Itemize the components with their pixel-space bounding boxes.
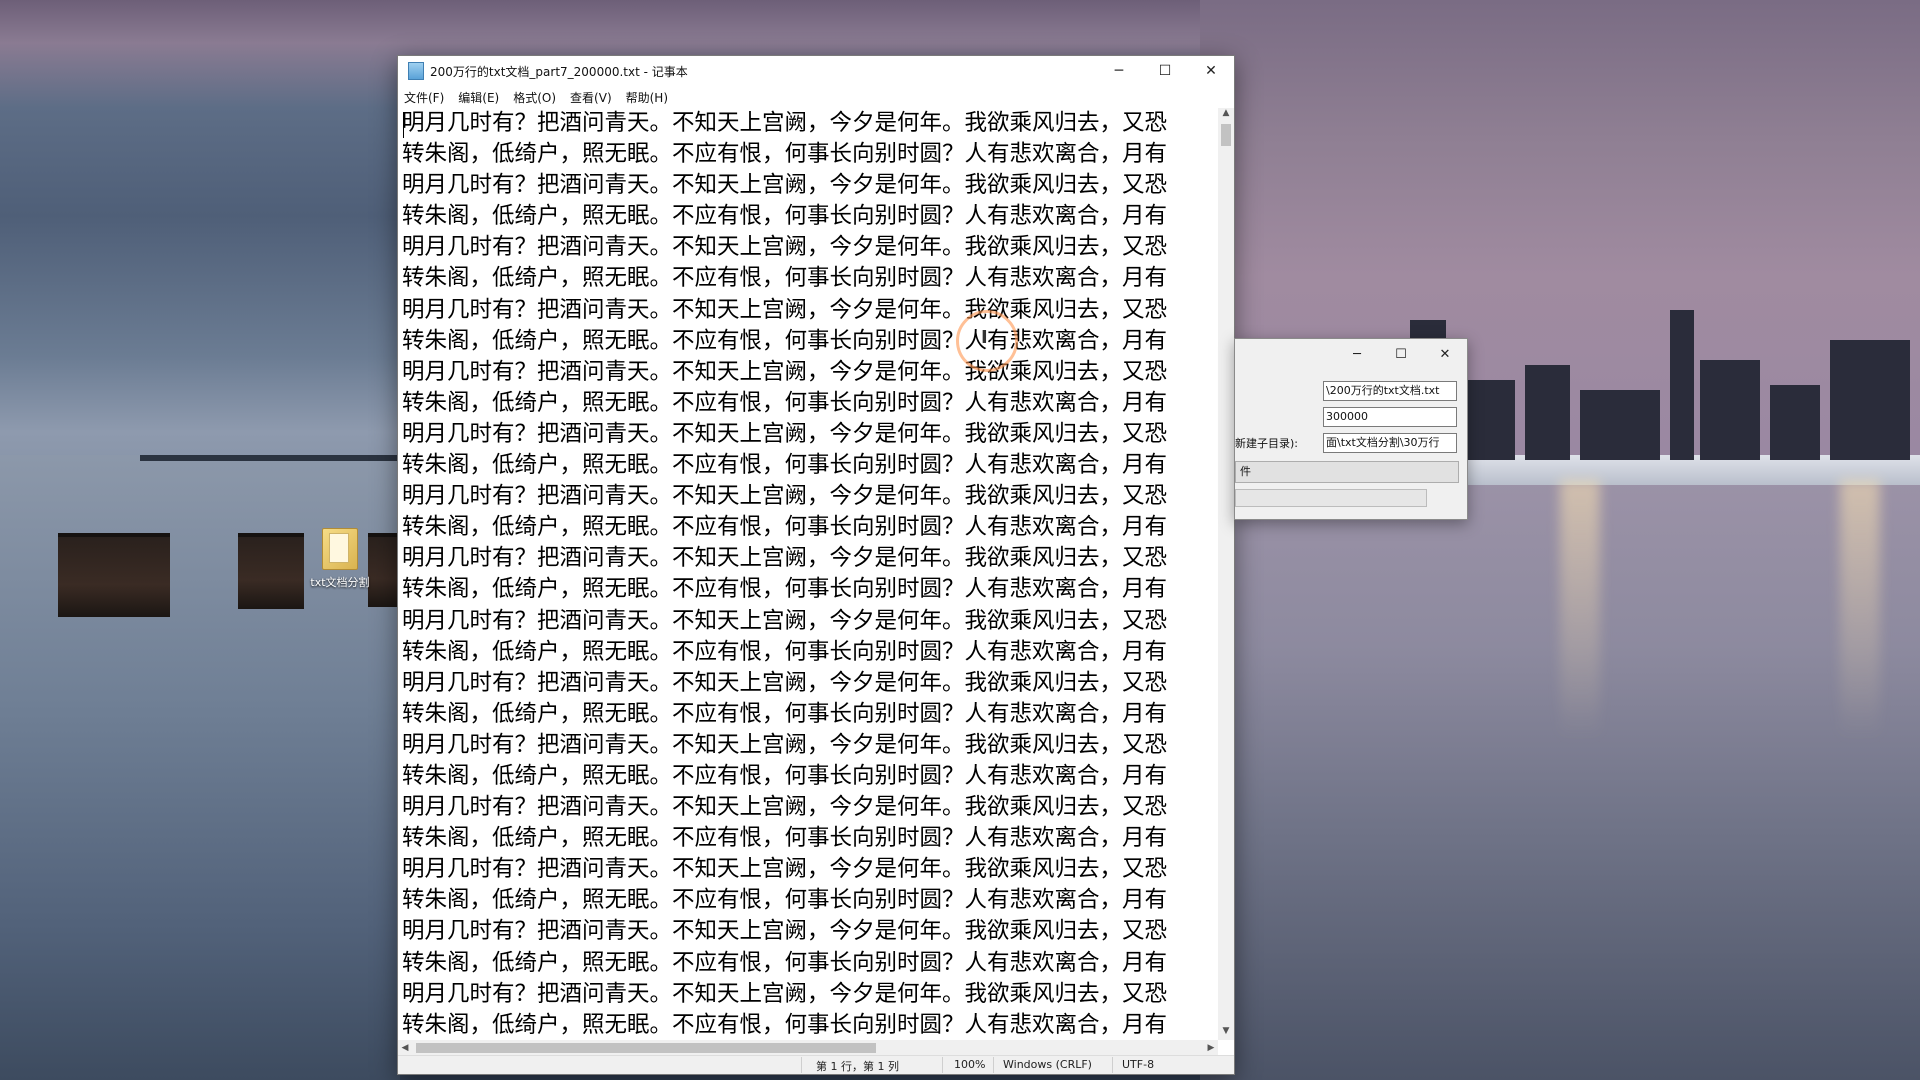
text-cursor-icon: I [981,327,988,348]
text-line: 转朱阁，低绮户，照无眠。不应有恨，何事长向别时圆？人有悲欢离合，月有 [402,762,1168,789]
horizontal-scroll-thumb[interactable] [416,1043,876,1053]
text-line: 转朱阁，低绮户，照无眠。不应有恨，何事长向别时圆？人有悲欢离合，月有 [402,638,1168,665]
text-line: 明月几时有？把酒问青天。不知天上宫阙，今夕是何年。我欲乘风归去，又恐 [402,234,1168,261]
vertical-scroll-thumb[interactable] [1221,124,1231,146]
text-line: 明月几时有？把酒问青天。不知天上宫阙，今夕是何年。我欲乘风归去，又恐 [402,731,1168,758]
text-line: 转朱阁，低绮户，照无眠。不应有恨，何事长向别时圆？人有悲欢离合，月有 [402,327,1168,354]
status-zoom: 100% [954,1058,986,1071]
text-line: 明月几时有？把酒问青天。不知天上宫阙，今夕是何年。我欲乘风归去，又恐 [402,980,1168,1007]
text-line: 转朱阁，低绮户，照无眠。不应有恨，何事长向别时圆？人有悲欢离合，月有 [402,576,1168,603]
text-line: 明月几时有？把酒问青天。不知天上宫阙，今夕是何年。我欲乘风归去，又恐 [402,420,1168,447]
text-line: 转朱阁，低绮户，照无眠。不应有恨，何事长向别时圆？人有悲欢离合，月有 [402,203,1168,230]
vertical-scrollbar[interactable]: ▲ ▼ [1218,108,1234,1040]
window-title: 200万行的txt文档_part7_200000.txt - 记事本 [430,64,688,79]
light-reflection [1560,480,1600,740]
text-editor-area[interactable]: 明月几时有？把酒问青天。不知天上宫阙，今夕是何年。我欲乘风归去，又恐 转朱阁，低绮… [400,108,1208,1040]
output-dir-field[interactable]: 面\txt文档分割\30万行 [1323,433,1457,453]
dialog-close-button[interactable]: ✕ [1423,341,1467,367]
status-position: 第 1 行，第 1 列 [816,1060,899,1073]
text-line: 明月几时有？把酒问青天。不知天上宫阙，今夕是何年。我欲乘风归去，又恐 [402,669,1168,696]
wallpaper-post [58,533,170,617]
close-button[interactable]: ✕ [1188,56,1234,86]
text-line: 转朱阁，低绮户，照无眠。不应有恨，何事长向别时圆？人有悲欢离合，月有 [402,1011,1168,1038]
text-line: 明月几时有？把酒问青天。不知天上宫阙，今夕是何年。我欲乘风归去，又恐 [402,296,1168,323]
text-line: 转朱阁，低绮户，照无眠。不应有恨，何事长向别时圆？人有悲欢离合，月有 [402,141,1168,168]
text-line: 明月几时有？把酒问青天。不知天上宫阙，今夕是何年。我欲乘风归去，又恐 [402,918,1168,945]
status-line-ending: Windows (CRLF) [1003,1058,1092,1071]
text-line: 明月几时有？把酒问青天。不知天上宫阙，今夕是何年。我欲乘风归去，又恐 [402,483,1168,510]
text-line: 明月几时有？把酒问青天。不知天上宫阙，今夕是何年。我欲乘风归去，又恐 [402,110,1168,136]
scroll-right-icon[interactable]: ▶ [1204,1040,1218,1056]
text-line: 明月几时有？把酒问青天。不知天上宫阙，今夕是何年。我欲乘风归去，又恐 [402,794,1168,821]
text-line: 转朱阁，低绮户，照无眠。不应有恨，何事长向别时圆？人有悲欢离合，月有 [402,949,1168,976]
menu-edit[interactable]: 编辑(E) [458,89,499,106]
dialog-title-bar[interactable]: ─ ☐ ✕ [1235,339,1467,369]
split-file-button[interactable]: 件 [1235,461,1459,483]
menu-bar: 文件(F) 编辑(E) 格式(O) 查看(V) 帮助(H) [398,86,1234,108]
lines-per-file-field[interactable]: 300000 [1323,407,1457,427]
menu-view[interactable]: 查看(V) [570,89,612,106]
text-line: 转朱阁，低绮户，照无眠。不应有恨，何事长向别时圆？人有悲欢离合，月有 [402,265,1168,292]
light-reflection [1840,480,1880,740]
scroll-left-icon[interactable]: ◀ [398,1040,412,1056]
wallpaper-post [238,533,304,609]
scroll-down-icon[interactable]: ▼ [1218,1026,1234,1040]
dialog-minimize-button[interactable]: ─ [1335,341,1379,367]
text-line: 明月几时有？把酒问青天。不知天上宫阙，今夕是何年。我欲乘风归去，又恐 [402,545,1168,572]
menu-help[interactable]: 帮助(H) [626,89,668,106]
wallpaper-pier [140,455,400,461]
status-encoding: UTF-8 [1122,1058,1155,1071]
minimize-button[interactable]: ─ [1096,56,1142,86]
file-path-field[interactable]: \200万行的txt文档.txt [1323,381,1457,401]
desktop-icon-label: txt文档分割 [310,576,370,589]
notepad-title-bar[interactable]: 200万行的txt文档_part7_200000.txt - 记事本 ─ ☐ ✕ [398,56,1234,86]
progress-bar [1235,489,1427,507]
maximize-button[interactable]: ☐ [1142,56,1188,86]
horizontal-scrollbar[interactable]: ◀ ▶ [398,1040,1218,1056]
text-line: 明月几时有？把酒问青天。不知天上宫阙，今夕是何年。我欲乘风归去，又恐 [402,172,1168,199]
text-line: 转朱阁，低绮户，照无眠。不应有恨，何事长向别时圆？人有悲欢离合，月有 [402,514,1168,541]
output-dir-label: 新建子目录): [1235,437,1298,450]
text-line: 明月几时有？把酒问青天。不知天上宫阙，今夕是何年。我欲乘风归去，又恐 [402,607,1168,634]
menu-format[interactable]: 格式(O) [513,89,556,106]
text-line: 转朱阁，低绮户，照无眠。不应有恨，何事长向别时圆？人有悲欢离合，月有 [402,887,1168,914]
splitter-dialog: ─ ☐ ✕ \200万行的txt文档.txt 300000 新建子目录): 面\… [1234,338,1468,520]
text-line: 转朱阁，低绮户，照无眠。不应有恨，何事长向别时圆？人有悲欢离合，月有 [402,700,1168,727]
desktop-folder-shortcut[interactable]: txt文档分割 [300,528,380,590]
menu-file[interactable]: 文件(F) [404,89,444,106]
status-bar: 第 1 行，第 1 列 100% Windows (CRLF) UTF-8 [398,1055,1234,1074]
scroll-up-icon[interactable]: ▲ [1218,108,1234,122]
folder-icon [322,528,358,570]
text-line: 转朱阁，低绮户，照无眠。不应有恨，何事长向别时圆？人有悲欢离合，月有 [402,825,1168,852]
dialog-maximize-button[interactable]: ☐ [1379,341,1423,367]
text-line: 明月几时有？把酒问青天。不知天上宫阙，今夕是何年。我欲乘风归去，又恐 [402,358,1168,385]
notepad-window: 200万行的txt文档_part7_200000.txt - 记事本 ─ ☐ ✕… [397,55,1235,1075]
notepad-app-icon [408,62,424,80]
text-line: 转朱阁，低绮户，照无眠。不应有恨，何事长向别时圆？人有悲欢离合，月有 [402,452,1168,479]
text-caret [403,112,404,138]
text-line: 转朱阁，低绮户，照无眠。不应有恨，何事长向别时圆？人有悲欢离合，月有 [402,389,1168,416]
text-line: 明月几时有？把酒问青天。不知天上宫阙，今夕是何年。我欲乘风归去，又恐 [402,856,1168,883]
